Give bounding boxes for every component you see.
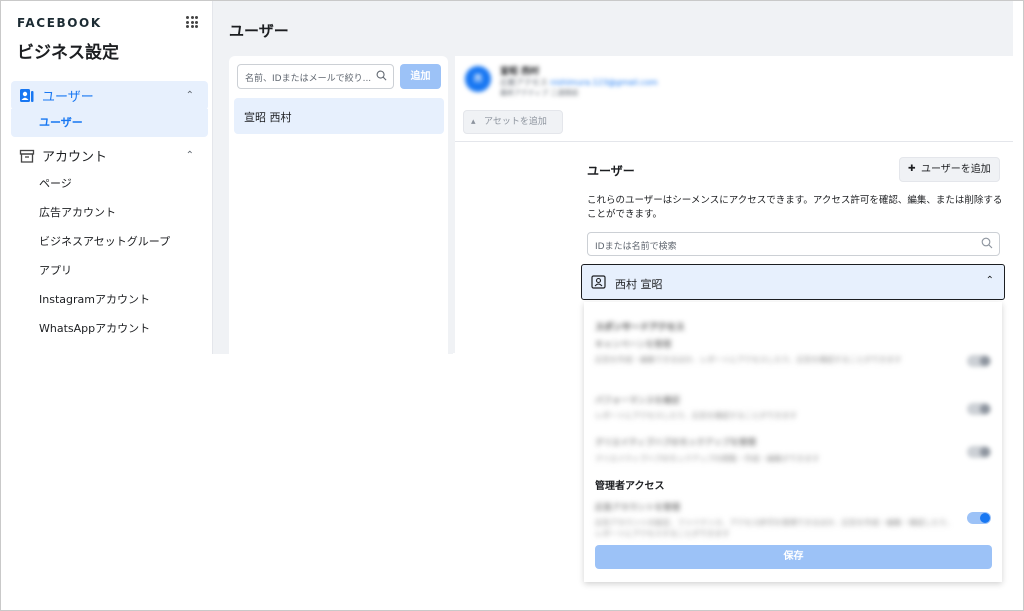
detail-email: 広範アクセス nishimura.123@gmail.com [500, 77, 658, 88]
asset-icon: ▴ [471, 117, 476, 127]
email-link: nishimura.123@gmail.com [550, 78, 658, 87]
search-placeholder: IDまたは名前で検索 [595, 242, 677, 252]
add-button[interactable]: 追加 [400, 64, 441, 89]
search-icon [981, 237, 993, 252]
add-user-button[interactable]: ✚ ユーザーを追加 [899, 157, 1000, 182]
list-item[interactable]: 宣昭 西村 [234, 98, 444, 134]
email-prefix: 広範アクセス [500, 78, 548, 87]
selected-user-row[interactable]: 西村 宣昭 ⌃ [581, 264, 1005, 300]
permission-toggle[interactable] [967, 355, 991, 367]
sidebar-item-instagram[interactable]: Instagramアカウント [39, 290, 150, 310]
sidebar-group-users[interactable]: ユーザー ⌃ [11, 81, 208, 110]
sidebar-item-business-asset-groups[interactable]: ビジネスアセットグループ [39, 232, 170, 252]
permission-description: レポートにアクセスしたり、広告を確認することができます [595, 411, 797, 420]
admin-access-heading: 管理者アクセス [595, 481, 665, 492]
user-search-input[interactable]: 名前、IDまたはメールで絞り... [237, 64, 394, 89]
chevron-up-icon[interactable]: ⌃ [986, 275, 994, 286]
permission-title: クリエイティブハブのモックアップを管理 [595, 438, 756, 448]
sidebar-item-ad-accounts[interactable]: 広告アカウント [39, 203, 116, 223]
permission-title: 広告アカウントを管理 [595, 503, 681, 513]
sidebar-item-pages[interactable]: ページ [39, 174, 72, 194]
chevron-up-icon[interactable]: ⌃ [186, 150, 194, 161]
permission-toggle[interactable] [967, 446, 991, 458]
sidebar-group-label: ユーザー [42, 90, 94, 105]
archive-icon [18, 148, 36, 164]
users-icon [18, 88, 36, 104]
app-title: ビジネス設定 [17, 43, 119, 63]
admin-permission-toggle[interactable] [967, 512, 991, 524]
person-add-icon: ✚ [908, 164, 916, 174]
user-card-icon [591, 275, 606, 292]
selected-user-name: 西村 宣昭 [615, 278, 663, 291]
sidebar-item-apps[interactable]: アプリ [39, 261, 72, 281]
add-asset-label: アセットを追加 [484, 117, 547, 127]
page-title: ユーザー [229, 22, 289, 40]
permission-description: クリエイティブハブのモックアップの閲覧・作成・編集ができます [595, 454, 820, 463]
permission-description: 広告を作成・編集できるほか、レポートにアクセスしたり、広告を確認することができま… [595, 355, 902, 364]
add-user-label: ユーザーを追加 [921, 164, 991, 175]
sidebar-group-label: アカウント [42, 150, 108, 165]
detail-name: 宣昭 西村 [500, 67, 540, 77]
section-description: これらのユーザーはシーメンスにアクセスできます。アクセス許可を確認、編集、または… [587, 195, 1003, 220]
app-grid-icon[interactable] [186, 16, 198, 28]
avatar: 西 [465, 66, 491, 92]
header-bar [213, 1, 1013, 53]
brand-logo: FACEBOOK [17, 16, 102, 30]
user-search-field[interactable]: IDまたは名前で検索 [587, 232, 1000, 256]
save-button[interactable]: 保存 [595, 545, 992, 569]
sidebar-item-whatsapp[interactable]: WhatsAppアカウント [39, 319, 150, 339]
sidebar-item-users[interactable]: ユーザー [39, 113, 83, 133]
section-title: ユーザー [587, 164, 635, 178]
permission-description: 広告アカウントの設定、ファイナンス、アクセス許可を管理できるほか、広告を作成・編… [595, 518, 954, 538]
permission-title: キャンペーンを管理 [595, 340, 672, 350]
detail-last-active: 最終アクティブ 二週間前 [500, 89, 579, 97]
permission-title: パフォーマンスを確認 [595, 396, 680, 406]
sidebar-group-accounts[interactable]: アカウント ⌃ [11, 141, 208, 170]
add-asset-button[interactable]: ▴ アセットを追加 [463, 110, 563, 134]
permission-toggle[interactable] [967, 403, 991, 415]
search-icon [376, 70, 387, 84]
permission-group-heading: スポンサードアクセス [595, 323, 685, 333]
search-placeholder: 名前、IDまたはメールで絞り... [245, 74, 372, 84]
chevron-up-icon[interactable]: ⌃ [186, 90, 194, 101]
